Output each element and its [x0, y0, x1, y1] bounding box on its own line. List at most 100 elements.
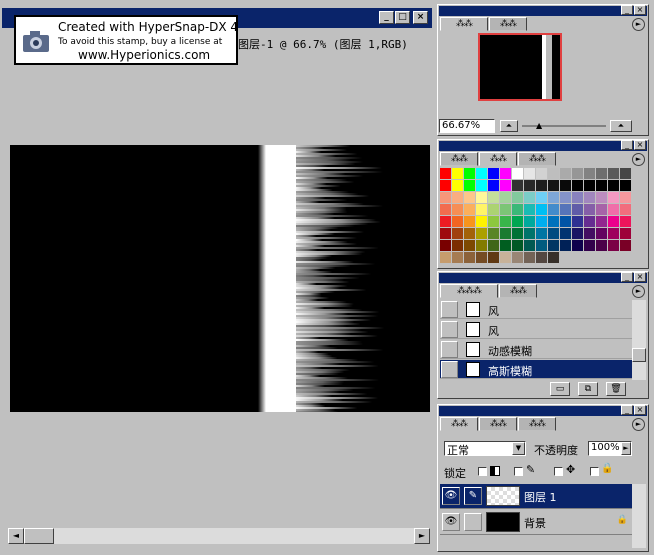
color-swatch[interactable]: [452, 228, 463, 239]
palette-titlebar[interactable]: [439, 406, 647, 416]
color-swatch[interactable]: [488, 168, 499, 179]
palette-close-button[interactable]: ×: [634, 405, 646, 415]
color-swatch[interactable]: [620, 240, 631, 251]
scroll-thumb[interactable]: [632, 348, 646, 362]
color-swatch[interactable]: [512, 180, 523, 191]
color-swatch[interactable]: [620, 192, 631, 203]
color-swatch[interactable]: [524, 216, 535, 227]
color-swatch[interactable]: [488, 252, 499, 263]
palette-menu-button[interactable]: ►: [632, 153, 645, 166]
color-swatch[interactable]: [560, 192, 571, 203]
color-swatch[interactable]: [476, 228, 487, 239]
color-swatch[interactable]: [512, 252, 523, 263]
color-swatch[interactable]: [620, 228, 631, 239]
navigator-preview[interactable]: [478, 33, 562, 101]
eye-icon[interactable]: 👁: [442, 487, 460, 505]
opacity-arrow-icon[interactable]: ►: [621, 442, 631, 455]
color-swatch[interactable]: [596, 192, 607, 203]
scroll-left-button[interactable]: ◄: [8, 528, 24, 544]
layer-row[interactable]: 👁 背景 🔒: [440, 510, 632, 535]
color-swatch[interactable]: [488, 192, 499, 203]
minimize-button[interactable]: _: [379, 11, 394, 24]
color-swatch[interactable]: [452, 192, 463, 203]
color-swatch[interactable]: [548, 192, 559, 203]
color-swatch[interactable]: [536, 252, 547, 263]
brush-slot[interactable]: [464, 513, 482, 531]
color-swatch[interactable]: [524, 168, 535, 179]
horizontal-scrollbar[interactable]: ◄ ►: [8, 528, 430, 544]
palette-minimize-button[interactable]: _: [621, 140, 633, 150]
tab-color[interactable]: ⁂⁂: [440, 152, 478, 166]
color-swatch[interactable]: [500, 180, 511, 191]
color-swatch[interactable]: [524, 228, 535, 239]
history-item[interactable]: 风: [440, 320, 632, 339]
lock-position-checkbox[interactable]: [554, 467, 563, 476]
color-swatch[interactable]: [488, 240, 499, 251]
color-swatch[interactable]: [512, 240, 523, 251]
color-swatch[interactable]: [524, 180, 535, 191]
color-swatch[interactable]: [548, 168, 559, 179]
color-swatch[interactable]: [500, 168, 511, 179]
history-toggle[interactable]: [441, 301, 458, 318]
color-swatch[interactable]: [536, 168, 547, 179]
chevron-down-icon[interactable]: ▼: [512, 442, 525, 455]
lock-image-checkbox[interactable]: [514, 467, 523, 476]
color-swatch[interactable]: [572, 228, 583, 239]
history-item[interactable]: 动感模糊: [440, 340, 632, 359]
zoom-slider-handle[interactable]: ▲: [536, 121, 542, 130]
color-swatch[interactable]: [452, 216, 463, 227]
palette-minimize-button[interactable]: _: [621, 405, 633, 415]
color-swatch[interactable]: [512, 192, 523, 203]
color-swatch[interactable]: [584, 192, 595, 203]
tab-channels[interactable]: ⁂⁂: [479, 417, 517, 431]
palette-menu-button[interactable]: ►: [632, 418, 645, 431]
palette-titlebar[interactable]: [439, 6, 647, 16]
color-swatch[interactable]: [464, 204, 475, 215]
maximize-button[interactable]: □: [395, 11, 410, 24]
zoom-slider[interactable]: [522, 125, 606, 127]
color-swatch[interactable]: [512, 204, 523, 215]
color-swatch[interactable]: [440, 228, 451, 239]
color-swatch[interactable]: [584, 216, 595, 227]
color-swatch[interactable]: [620, 252, 631, 263]
color-swatch[interactable]: [584, 168, 595, 179]
trash-icon[interactable]: 🗑: [606, 382, 626, 396]
color-swatch[interactable]: [584, 240, 595, 251]
color-swatch[interactable]: [440, 240, 451, 251]
color-swatch[interactable]: [596, 228, 607, 239]
color-swatch[interactable]: [572, 252, 583, 263]
color-swatch[interactable]: [608, 228, 619, 239]
color-swatch[interactable]: [452, 252, 463, 263]
brush-icon[interactable]: ✎: [464, 487, 482, 505]
palette-titlebar[interactable]: [439, 141, 647, 151]
lock-all-checkbox[interactable]: [590, 467, 599, 476]
history-item[interactable]: 风: [440, 300, 632, 319]
color-swatch[interactable]: [476, 192, 487, 203]
scroll-right-button[interactable]: ►: [414, 528, 430, 544]
color-swatch[interactable]: [536, 204, 547, 215]
palette-close-button[interactable]: ×: [634, 272, 646, 282]
color-swatch[interactable]: [488, 204, 499, 215]
tab-layers[interactable]: ⁂⁂: [440, 417, 478, 431]
tab-history[interactable]: ⁂⁂⁂: [440, 284, 498, 298]
color-swatch[interactable]: [536, 228, 547, 239]
color-swatch[interactable]: [476, 240, 487, 251]
zoom-input[interactable]: 66.67%: [439, 119, 495, 133]
color-swatch[interactable]: [488, 228, 499, 239]
tab-paths[interactable]: ⁂⁂: [518, 417, 556, 431]
color-swatch[interactable]: [608, 180, 619, 191]
layers-scrollbar[interactable]: [632, 484, 646, 548]
color-swatch[interactable]: [596, 168, 607, 179]
color-swatch[interactable]: [560, 204, 571, 215]
color-swatch[interactable]: [560, 252, 571, 263]
color-swatch[interactable]: [572, 180, 583, 191]
new-snapshot-button[interactable]: ▭: [550, 382, 570, 396]
color-swatch[interactable]: [536, 240, 547, 251]
color-swatch[interactable]: [560, 180, 571, 191]
color-swatch[interactable]: [500, 228, 511, 239]
color-swatch[interactable]: [464, 168, 475, 179]
color-swatch[interactable]: [608, 216, 619, 227]
history-item-selected[interactable]: 高斯模糊: [440, 360, 632, 379]
color-swatch[interactable]: [464, 240, 475, 251]
palette-menu-button[interactable]: ►: [632, 18, 645, 31]
